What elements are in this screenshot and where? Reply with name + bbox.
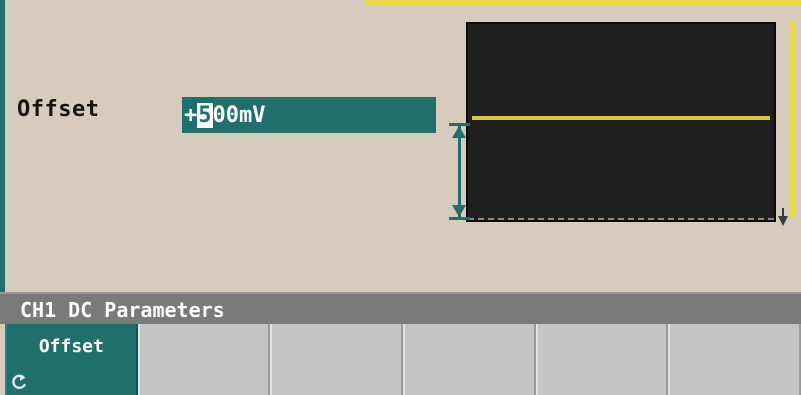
- softkey-4[interactable]: [403, 324, 536, 395]
- offset-value-rest: 00mV: [212, 102, 266, 128]
- offset-value-field[interactable]: +5 00mV: [182, 97, 436, 133]
- dc-level-trace: [472, 116, 770, 120]
- softkey-5[interactable]: [535, 324, 669, 395]
- offset-dimension-line: [458, 124, 461, 218]
- zero-baseline: [468, 218, 774, 220]
- amplitude-side-bar: [790, 22, 796, 218]
- offset-label: Offset: [17, 97, 100, 122]
- offset-dimension-cap-bottom: [449, 217, 470, 220]
- offset-dimension-arrow-down-icon: [452, 205, 466, 217]
- softkey-6[interactable]: [668, 324, 801, 395]
- status-title: CH1 DC Parameters: [20, 298, 225, 322]
- offset-value-sign: +: [184, 102, 198, 128]
- instrument-screen: Offset +5 00mV CH1 DC Parameters Offset: [0, 0, 801, 395]
- waveform-preview: [466, 22, 776, 222]
- offset-dimension-arrow-up-icon: [452, 126, 466, 138]
- status-bar: CH1 DC Parameters: [0, 292, 801, 324]
- softkey-offset[interactable]: Offset: [5, 324, 138, 395]
- softkey-3[interactable]: [270, 324, 404, 395]
- back-arrow-icon: [12, 374, 27, 390]
- offset-value-cursor-digit[interactable]: 5: [197, 102, 213, 128]
- softkey-row: Offset: [5, 324, 801, 395]
- softkey-2[interactable]: [137, 324, 271, 395]
- side-arrow-down-icon: [778, 216, 788, 226]
- softkey-label: Offset: [38, 336, 104, 357]
